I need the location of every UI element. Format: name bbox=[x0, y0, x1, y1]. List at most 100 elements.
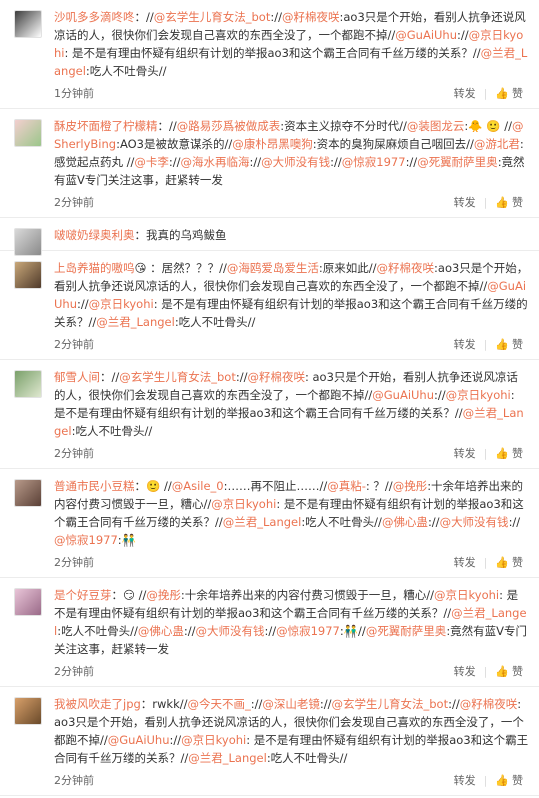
mention-link[interactable]: @兰君_Langel bbox=[223, 515, 302, 529]
comment-text: 郁雪人间：//@玄学生儿育女法_bot://@籽棉夜咲: ao3只是个开始，看别… bbox=[54, 368, 529, 440]
mention-link[interactable]: @海水再临海 bbox=[181, 155, 250, 169]
comment-body-text: :👬 bbox=[117, 533, 136, 547]
mention-link[interactable]: @兰君_Langel bbox=[188, 751, 267, 765]
comment-body-text: ：// bbox=[157, 119, 177, 133]
comment-body-text: 😘 ：居然？？？// bbox=[134, 261, 227, 275]
mention-link[interactable]: @今天不画_ bbox=[188, 697, 251, 711]
comment-body-text: :// bbox=[250, 697, 263, 711]
like-button[interactable]: 👍 赞 bbox=[495, 336, 523, 352]
username-link[interactable]: 我被风吹走了jpg bbox=[54, 697, 141, 711]
like-button[interactable]: 👍 赞 bbox=[495, 554, 523, 570]
comment-body-text: :资本主义掠夺不分时代// bbox=[280, 119, 407, 133]
thumbs-up-icon: 👍 bbox=[495, 773, 509, 787]
mention-link[interactable]: @籽棉夜咲 bbox=[377, 261, 435, 275]
comment-body-text: :……再不阻止……// bbox=[223, 479, 328, 493]
mention-link[interactable]: @京日kyohi bbox=[181, 733, 246, 747]
mention-link[interactable]: @GuAiUhu bbox=[108, 733, 170, 747]
mention-link[interactable]: @京日kyohi bbox=[434, 588, 499, 602]
username-link[interactable]: 郁雪人间 bbox=[54, 370, 100, 384]
like-button[interactable]: 👍 赞 bbox=[495, 194, 523, 210]
comment-body-text: :// bbox=[448, 697, 460, 711]
avatar[interactable] bbox=[14, 697, 42, 725]
mention-link[interactable]: @死翼耐萨里奥 bbox=[366, 624, 447, 638]
mention-link[interactable]: @康朴昂黑噢狗 bbox=[232, 137, 313, 151]
mention-link[interactable]: @玄学生儿育女法_bot bbox=[332, 697, 449, 711]
comment-text: 是个好豆芽：😏 //@挽彤:十余年培养出来的内容付费习惯毁于一旦，糟心//@京日… bbox=[54, 586, 529, 658]
mention-link[interactable]: @玄学生儿育女法_bot bbox=[154, 10, 271, 24]
comment-body-text: :// bbox=[168, 155, 181, 169]
like-label: 赞 bbox=[512, 447, 523, 460]
mention-link[interactable]: @海鸥爱岛爱生活 bbox=[227, 261, 319, 275]
mention-link[interactable]: @京日kyohi bbox=[89, 297, 154, 311]
comment-body-text: :// bbox=[434, 388, 446, 402]
forward-button[interactable]: 转发 bbox=[454, 772, 476, 788]
mention-link[interactable]: @京日kyohi bbox=[446, 388, 511, 402]
comment-body-text: :十余年培养出来的内容付费习惯毁于一旦，糟心// bbox=[180, 588, 435, 602]
mention-link[interactable]: @装图龙云 bbox=[407, 119, 465, 133]
mention-link[interactable]: @惊寂1977 bbox=[342, 155, 406, 169]
forward-button[interactable]: 转发 bbox=[454, 554, 476, 570]
avatar[interactable] bbox=[14, 588, 42, 616]
like-button[interactable]: 👍 赞 bbox=[495, 445, 523, 461]
mention-link[interactable]: @玄学生儿育女法_bot bbox=[119, 370, 236, 384]
forward-button[interactable]: 转发 bbox=[454, 336, 476, 352]
avatar[interactable] bbox=[14, 119, 42, 147]
comment-body-text: :// bbox=[235, 370, 248, 384]
username-link[interactable]: 啵啵奶绿奥利奥 bbox=[54, 228, 135, 242]
mention-link[interactable]: @佛心蛊 bbox=[138, 624, 184, 638]
mention-link[interactable]: @挽彤 bbox=[393, 479, 428, 493]
username-link[interactable]: 酥皮坏面橙了柠檬精 bbox=[54, 119, 158, 133]
like-button[interactable]: 👍 赞 bbox=[495, 85, 523, 101]
mention-link[interactable]: @真粘- bbox=[327, 479, 366, 493]
mention-link[interactable]: @GuAiUhu bbox=[372, 388, 434, 402]
mention-link[interactable]: @卡李 bbox=[134, 155, 169, 169]
mention-link[interactable]: @兰君_Langel bbox=[96, 315, 175, 329]
comment-text: 上岛养猫的嗷呜😘 ：居然？？？//@海鸥爱岛爱生活:原来如此//@籽棉夜咲:ao… bbox=[54, 259, 529, 331]
username-link[interactable]: 普通市民小豆糕 bbox=[54, 479, 135, 493]
comment-body-text: :吃人不吐骨头// bbox=[266, 751, 348, 765]
mention-link[interactable]: @籽棉夜咲 bbox=[460, 697, 518, 711]
comment-body-text: :吃人不吐骨头// bbox=[301, 515, 382, 529]
mention-link[interactable]: @路易莎爲被做成表 bbox=[177, 119, 281, 133]
avatar[interactable] bbox=[14, 479, 42, 507]
avatar[interactable] bbox=[14, 261, 42, 289]
forward-button[interactable]: 转发 bbox=[454, 445, 476, 461]
action-separator: | bbox=[483, 195, 488, 209]
timestamp: 2分钟前 bbox=[54, 447, 94, 460]
mention-link[interactable]: @籽棉夜咲 bbox=[247, 370, 305, 384]
comment-actions: 转发 | 👍 赞 bbox=[454, 772, 523, 788]
mention-link[interactable]: @惊寂1977 bbox=[276, 624, 340, 638]
comment-meta: 2分钟前 转发 | 👍 赞 bbox=[54, 333, 529, 353]
avatar[interactable] bbox=[14, 370, 42, 398]
mention-link[interactable]: @大师没有钱 bbox=[440, 515, 509, 529]
avatar[interactable] bbox=[14, 10, 42, 38]
mention-link[interactable]: @深山老镜 bbox=[262, 697, 320, 711]
comment-meta: 2分钟前 转发 | 👍 赞 bbox=[54, 191, 529, 211]
mention-link[interactable]: @挽彤 bbox=[146, 588, 181, 602]
mention-link[interactable]: @Asile_0 bbox=[172, 479, 224, 493]
username-link[interactable]: 是个好豆芽 bbox=[54, 588, 112, 602]
forward-button[interactable]: 转发 bbox=[454, 194, 476, 210]
forward-button[interactable]: 转发 bbox=[454, 85, 476, 101]
comment-item: 沙叽多多滴咚咚：//@玄学生儿育女法_bot://@籽棉夜咲:ao3只是个开始，… bbox=[0, 0, 539, 109]
mention-link[interactable]: @籽棉夜咲 bbox=[282, 10, 340, 24]
comment-item: 啵啵奶绿奥利奥：我真的乌鸡鲅鱼 bbox=[0, 218, 539, 256]
comment-item: 普通市民小豆糕：🙂 //@Asile_0:……再不阻止……//@真粘-: ？//… bbox=[0, 469, 539, 578]
like-button[interactable]: 👍 赞 bbox=[495, 772, 523, 788]
mention-link[interactable]: @大师没有钱 bbox=[195, 624, 264, 638]
mention-link[interactable]: @死翼耐萨里奥 bbox=[417, 155, 498, 169]
username-link[interactable]: 沙叽多多滴咚咚 bbox=[54, 10, 135, 24]
comment-body-text: : ？// bbox=[365, 479, 393, 493]
mention-link[interactable]: @游北君 bbox=[474, 137, 520, 151]
mention-link[interactable]: @GuAiUhu bbox=[395, 28, 457, 42]
mention-link[interactable]: @京日kyohi bbox=[211, 497, 276, 511]
mention-link[interactable]: @佛心蛊 bbox=[382, 515, 428, 529]
username-link[interactable]: 上岛养猫的嗷呜 bbox=[54, 261, 135, 275]
like-button[interactable]: 👍 赞 bbox=[495, 663, 523, 679]
forward-button[interactable]: 转发 bbox=[454, 663, 476, 679]
comment-item: 郁雪人间：//@玄学生儿育女法_bot://@籽棉夜咲: ao3只是个开始，看别… bbox=[0, 360, 539, 469]
mention-link[interactable]: @大师没有钱 bbox=[261, 155, 330, 169]
like-label: 赞 bbox=[512, 665, 523, 678]
mention-link[interactable]: @惊寂1977 bbox=[54, 533, 118, 547]
action-separator: | bbox=[483, 86, 488, 100]
